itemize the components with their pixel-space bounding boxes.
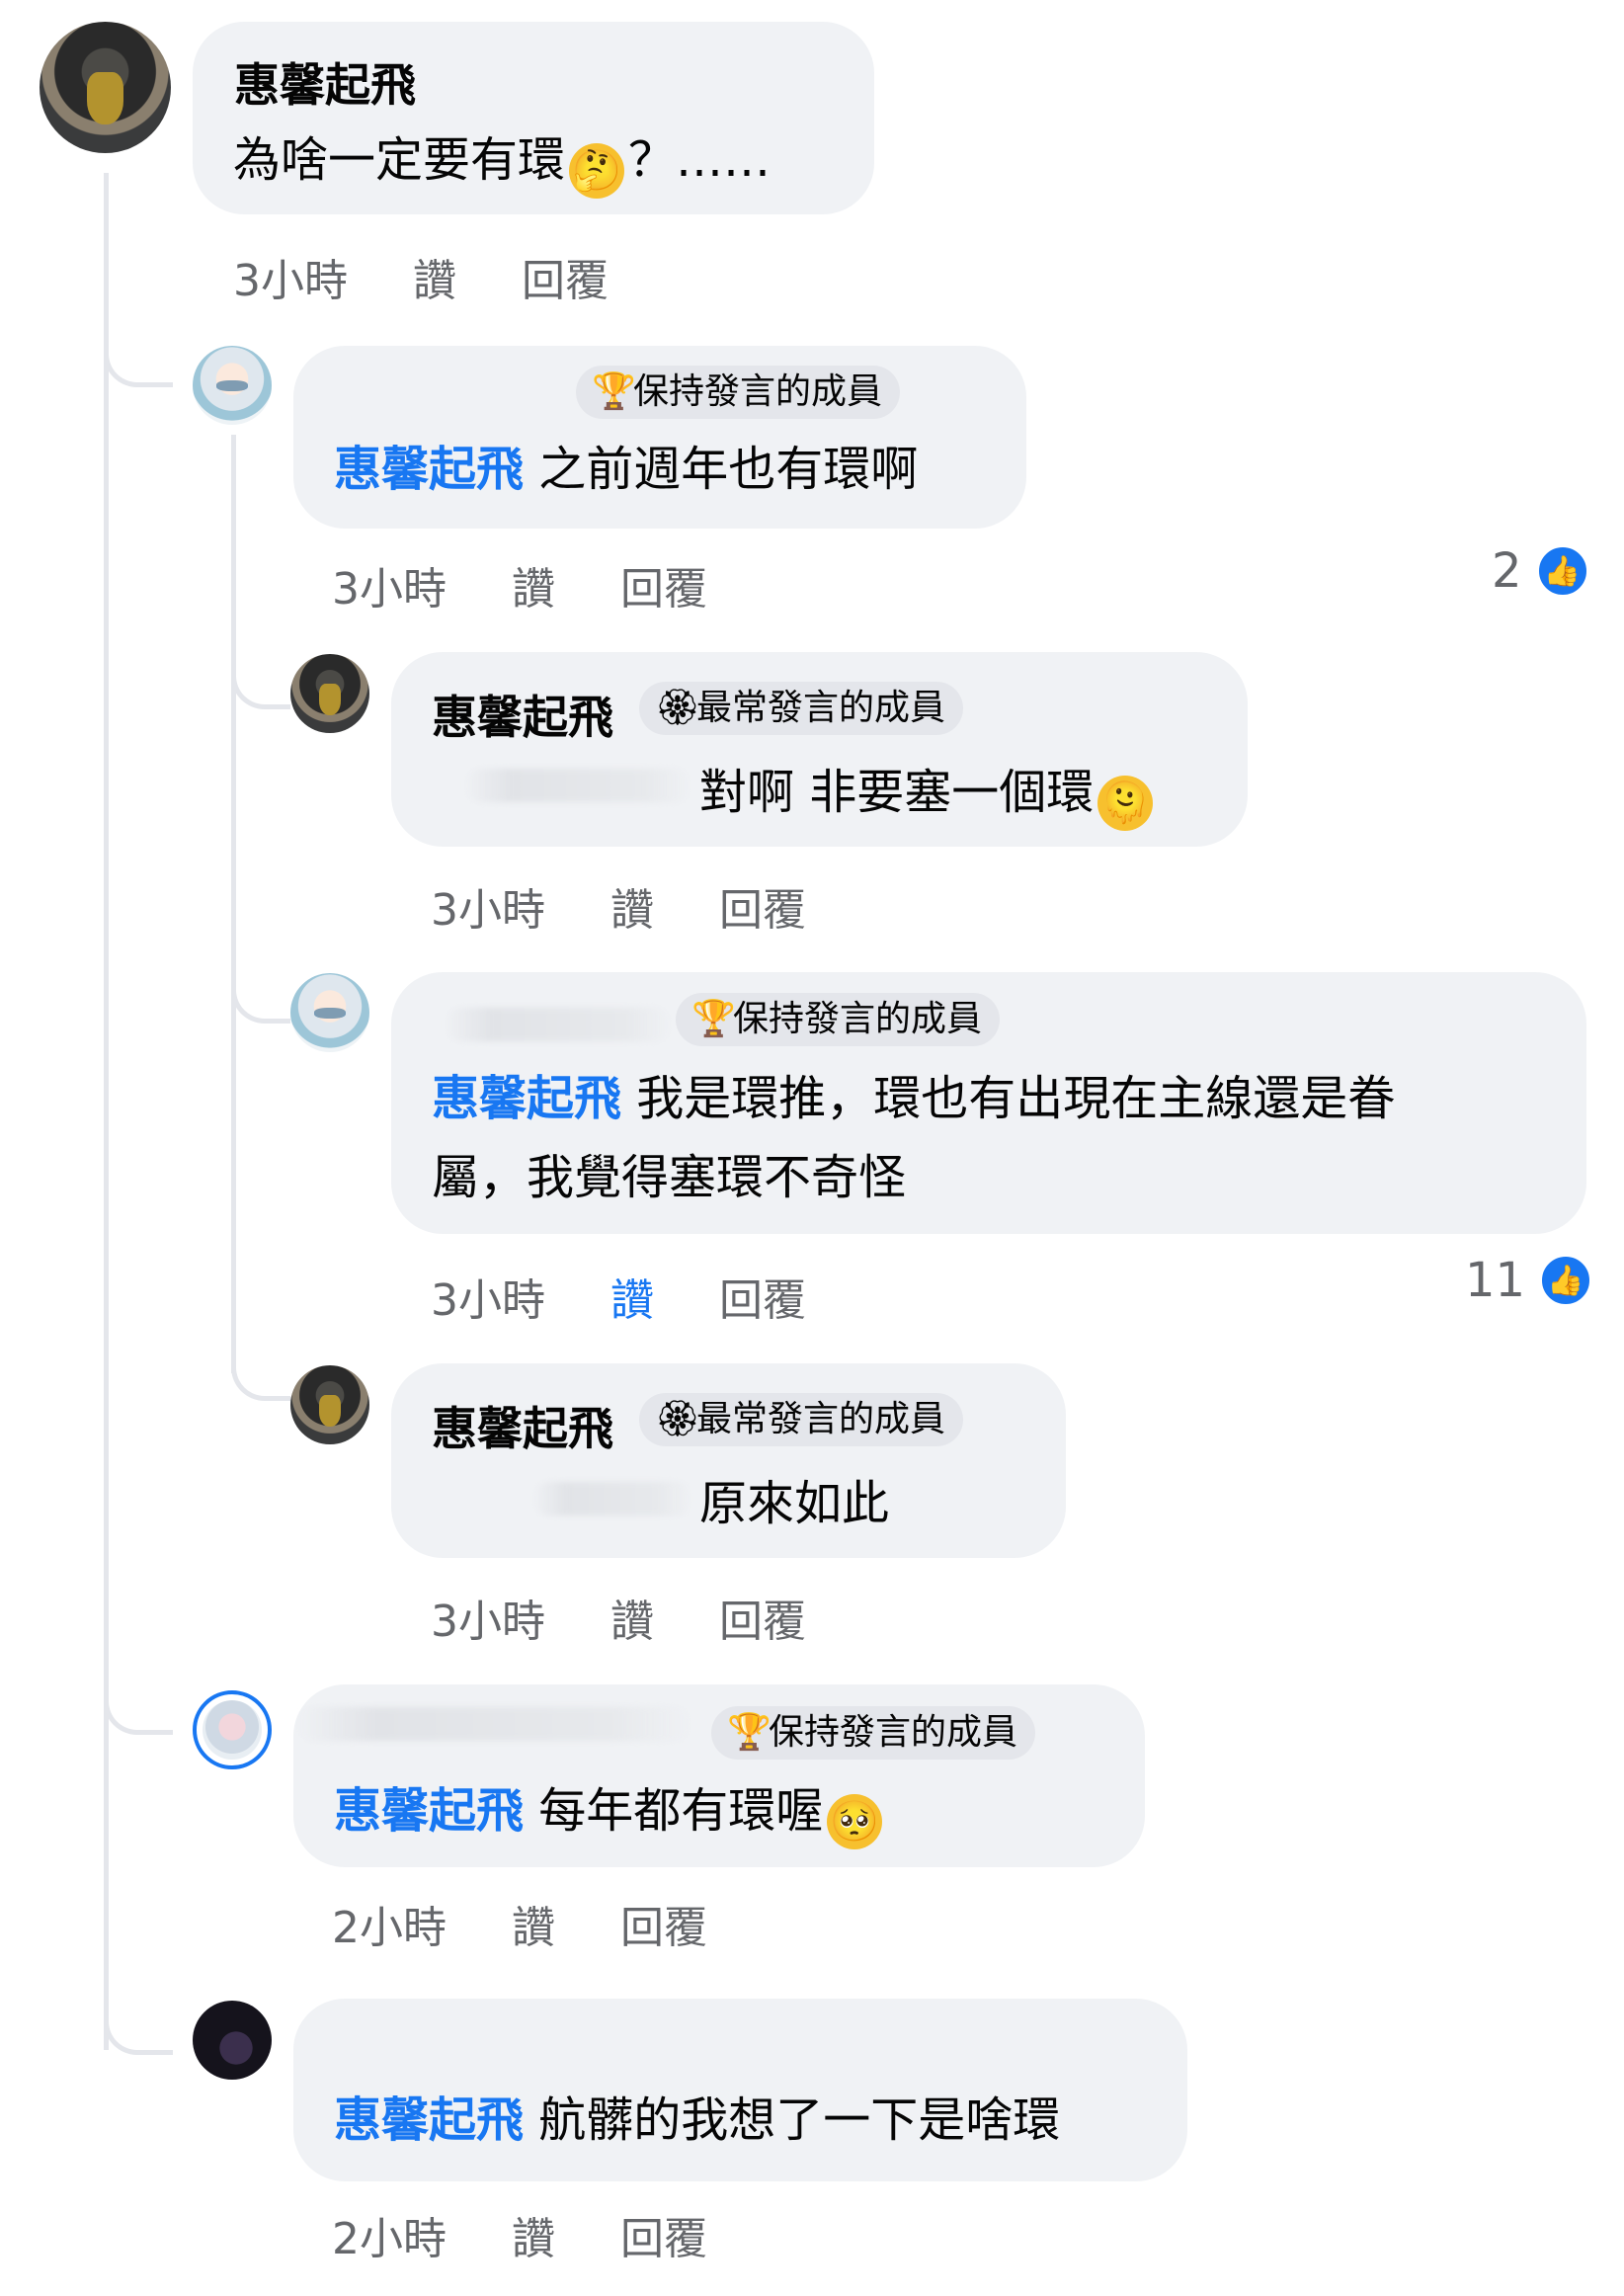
reply-button[interactable]: 回覆	[719, 1275, 806, 1326]
comment-text: 對啊 非要塞一個環 🫠	[699, 753, 1157, 832]
trophy-icon: 🏆	[727, 1712, 771, 1753]
thread-connector	[104, 1996, 173, 2055]
redacted-text	[533, 1482, 691, 1516]
comment-meta: 2小時 讚 回覆	[332, 2203, 772, 2266]
comment-meta: 2小時 讚 回覆	[332, 1892, 772, 1955]
comment-meta: 3小時 讚 回覆	[332, 553, 772, 616]
like-button[interactable]: 讚	[512, 564, 555, 615]
trophy-icon: 🏆	[592, 371, 636, 412]
comment-time[interactable]: 3小時	[431, 1275, 545, 1326]
comment-author[interactable]: 惠馨起飛	[432, 682, 613, 747]
thread-connector	[231, 652, 290, 709]
redacted-name	[445, 1008, 672, 1041]
reply-button[interactable]: 回覆	[620, 1903, 707, 1953]
mention-link[interactable]: 惠馨起飛	[334, 1783, 524, 1839]
reaction-summary[interactable]: 11 👍	[1465, 1253, 1593, 1308]
avatar-story-ring[interactable]	[193, 1690, 272, 1769]
like-button[interactable]: 讚	[610, 1275, 654, 1326]
comment-text-body: 之前週年也有環啊	[538, 442, 919, 497]
melting-face-icon: 🫠	[1097, 776, 1154, 831]
trophy-icon: 🏆	[691, 999, 736, 1039]
avatar[interactable]	[290, 973, 369, 1052]
reply-button[interactable]: 回覆	[719, 1597, 806, 1647]
comment-time[interactable]: 2小時	[332, 2214, 447, 2264]
redacted-name	[296, 1707, 691, 1741]
comment-text-body: 航髒的我想了一下是啥環	[538, 2092, 1061, 2148]
mention-link[interactable]: 惠馨起飛	[334, 2092, 524, 2148]
comment-text: 惠馨起飛 每年都有環喔 🥺	[334, 1771, 886, 1850]
reaction-count: 2	[1492, 543, 1522, 599]
thread-line-nested	[231, 435, 236, 1373]
comment-time[interactable]: 2小時	[332, 1903, 447, 1953]
rosette-icon: 🏵	[655, 1399, 700, 1439]
badge-label: 保持發言的成員	[769, 1712, 1018, 1753]
thread-connector	[231, 968, 290, 1024]
comment-text-body: 每年都有環喔	[538, 1783, 824, 1839]
member-badge: 🏵最常發言的成員	[639, 1393, 964, 1446]
comment-author[interactable]: 惠馨起飛	[234, 49, 416, 115]
mention-link[interactable]: 惠馨起飛	[432, 1071, 621, 1126]
avatar[interactable]	[290, 1365, 369, 1444]
member-badge: 🏆保持發言的成員	[676, 993, 1001, 1046]
reply-button[interactable]: 回覆	[522, 256, 609, 306]
comment-text-body: 為啥一定要有環	[233, 132, 566, 188]
reply-button[interactable]: 回覆	[719, 885, 806, 936]
comment-text: 為啥一定要有環 🤔？……	[233, 121, 771, 200]
reply-button[interactable]: 回覆	[620, 2214, 707, 2264]
avatar-image	[203, 1700, 262, 1760]
badge-label: 保持發言的成員	[733, 999, 983, 1039]
comment-meta: 3小時 讚 回覆	[431, 1265, 871, 1328]
comment-text-body: 我是環推，環也有出現在主線還是眷	[636, 1071, 1396, 1126]
comment-text: 惠馨起飛 我是環推，環也有出現在主線還是眷	[432, 1059, 1395, 1138]
avatar[interactable]	[40, 22, 171, 153]
mention-link[interactable]: 惠馨起飛	[334, 442, 524, 497]
thread-connector	[104, 336, 173, 387]
thumbs-up-icon: 👍	[1539, 1254, 1593, 1307]
badge-label: 保持發言的成員	[633, 371, 883, 412]
like-button[interactable]: 讚	[413, 256, 456, 306]
member-badge: 🏵最常發言的成員	[639, 682, 964, 735]
comment-time[interactable]: 3小時	[233, 256, 348, 306]
like-button[interactable]: 讚	[512, 2214, 555, 2264]
reply-button[interactable]: 回覆	[620, 564, 707, 615]
member-badge: 🏆保持發言的成員	[711, 1706, 1036, 1760]
comment-text: 原來如此	[699, 1476, 890, 1531]
rosette-icon: 🏵	[655, 688, 700, 728]
thread-connector	[231, 1344, 290, 1401]
badge-label: 最常發言的成員	[696, 688, 946, 728]
comment-text: 惠馨起飛 航髒的我想了一下是啥環	[334, 2081, 1060, 2160]
comment-meta: 3小時 讚 回覆	[431, 1586, 871, 1649]
comment-author[interactable]: 惠馨起飛	[432, 1393, 613, 1458]
reaction-summary[interactable]: 2 👍	[1492, 543, 1589, 599]
pleading-face-icon: 🥺	[827, 1794, 883, 1849]
like-button[interactable]: 讚	[610, 885, 654, 936]
comment-text: 惠馨起飛 之前週年也有環啊	[334, 430, 918, 509]
thinking-face-icon: 🤔	[569, 143, 625, 199]
thread-connector	[104, 1680, 173, 1735]
member-badge: 🏆保持發言的成員	[576, 366, 901, 419]
like-button[interactable]: 讚	[610, 1597, 654, 1647]
redacted-text	[464, 769, 691, 802]
thread-line-main	[104, 173, 109, 2050]
avatar[interactable]	[193, 2001, 272, 2080]
avatar[interactable]	[193, 346, 272, 425]
comment-text-line2: 屬，我覺得塞環不奇怪	[432, 1150, 907, 1205]
comment-time[interactable]: 3小時	[332, 564, 447, 615]
comment-meta: 3小時 讚 回覆	[431, 874, 871, 938]
reaction-count: 11	[1465, 1253, 1526, 1308]
comment-text-suffix: ？……	[628, 132, 771, 188]
comment-time[interactable]: 3小時	[431, 1597, 545, 1647]
comment-text-body: 對啊 非要塞一個環	[699, 765, 1095, 820]
comment-time[interactable]: 3小時	[431, 885, 545, 936]
avatar[interactable]	[290, 654, 369, 733]
badge-label: 最常發言的成員	[696, 1399, 946, 1439]
like-button[interactable]: 讚	[512, 1903, 555, 1953]
comment-meta: 3小時 讚 回覆	[233, 245, 674, 308]
thumbs-up-icon: 👍	[1535, 544, 1589, 598]
